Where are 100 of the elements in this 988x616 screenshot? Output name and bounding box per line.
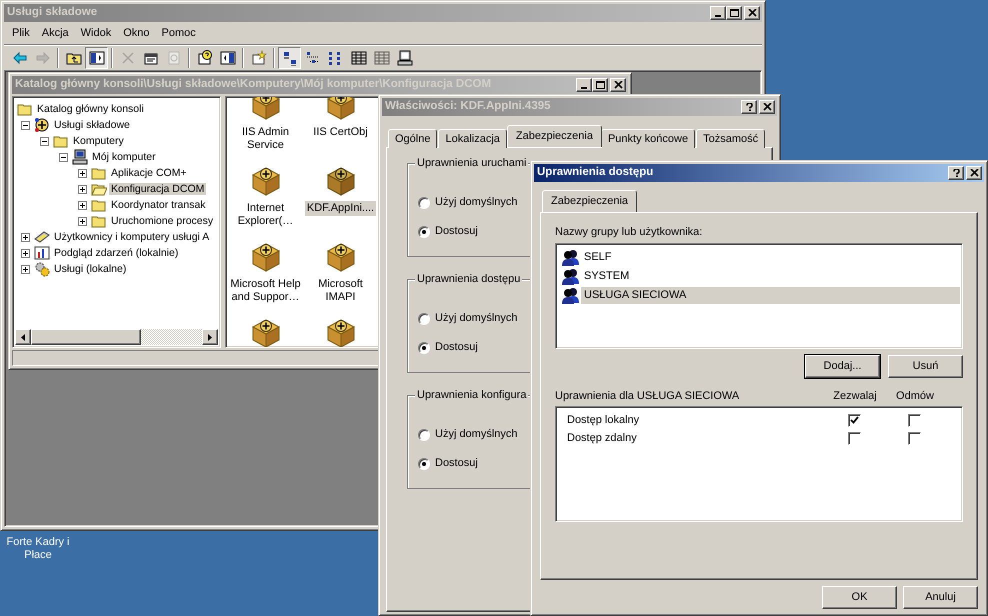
radio-label[interactable]: Użyj domyślnych [435,196,518,210]
tree-item[interactable]: Konfiguracja DCOM [109,182,206,196]
dialog-button[interactable]: OK [822,586,897,609]
radio-label[interactable]: Dostosuj [435,340,478,354]
tree-item[interactable]: Mój komputer [90,150,158,164]
icon-label[interactable]: Microsoft Help and Suppor… [228,277,303,306]
icon-label[interactable]: KDF.AppIni.... [304,201,376,216]
tree-item[interactable]: Koordynator transak [109,198,208,212]
dialog-button[interactable]: Dodaj... [805,355,880,378]
directory-icon [34,229,50,245]
group-title: Uprawnienia dostępu [415,273,522,286]
toolbar-button[interactable] [85,46,108,68]
details-icon [374,50,390,66]
tree-item[interactable]: Katalog główny konsoli [35,102,146,116]
radio-button[interactable] [418,196,430,208]
menu-item[interactable]: Widok [74,24,118,44]
forward-icon [34,50,50,66]
tab[interactable]: Zabezpieczenia [506,124,602,147]
column-header: Odmów [895,390,935,404]
user-list-item[interactable]: SYSTEM [581,268,960,286]
tab[interactable]: Punkty końcowe [600,128,696,148]
component-icon [324,165,356,197]
icon-label[interactable]: Microsoft IMAPI [303,277,378,306]
expander-icon[interactable] [21,232,30,242]
tree-item[interactable]: Uruchomione procesy [109,214,216,228]
radio-button[interactable] [418,226,430,238]
computer-icon [72,149,88,165]
user-list-item[interactable]: SELF [581,249,960,266]
event-viewer-icon [34,245,50,261]
radio-label[interactable]: Użyj domyślnych [435,428,518,442]
expander-icon[interactable] [78,216,87,226]
menu-item[interactable]: Okno [117,24,156,44]
scroll-right-button[interactable] [202,329,218,345]
radio-button[interactable] [418,428,430,440]
expander-icon[interactable] [21,120,30,130]
permission-name: Dostęp lokalny [567,414,640,427]
tree-item[interactable]: Aplikacje COM+ [109,166,189,180]
radio-button[interactable] [418,458,430,470]
minimize-button[interactable] [576,78,592,92]
help-button[interactable] [741,100,757,114]
menu-item[interactable]: Plik [6,24,36,44]
gears-icon [34,261,50,277]
radio-label[interactable]: Użyj domyślnych [435,312,518,326]
maximize-button[interactable] [592,78,608,92]
tab[interactable]: Zabezpieczenia [542,190,638,212]
menu-item[interactable]: Pomoc [156,24,202,44]
menu-item[interactable]: Akcja [36,24,75,44]
icon-label[interactable]: Internet Explorer(… [228,201,303,230]
maximize-icon [596,81,604,89]
tree-item[interactable]: Usługi (lokalne) [52,262,128,276]
tree-item[interactable]: Podgląd zdarzeń (lokalnie) [52,246,180,260]
users-icon [562,249,579,266]
window-title: Właściwości: KDF.AppIni.4395 [385,100,552,114]
close-icon [614,81,622,89]
tab[interactable]: Lokalizacja [438,128,507,148]
icon-label[interactable]: IIS CertObj [311,125,370,140]
toolbar-button[interactable] [278,46,301,68]
radio-button[interactable] [418,312,430,324]
radio-label[interactable]: Dostosuj [435,456,478,470]
close-button[interactable] [744,6,760,20]
user-list-item[interactable]: USŁUGA SIECIOWA [581,287,960,304]
dialog-button[interactable]: Usuń [888,355,963,378]
close-button[interactable] [759,100,775,114]
new-window-icon [250,50,266,66]
close-button[interactable] [610,78,626,92]
users-icon [562,287,579,304]
tree-item[interactable]: Użytkownicy i komputery usługi A [52,230,212,244]
expander-icon[interactable] [21,248,30,258]
help-icon [196,50,212,66]
maximize-button[interactable] [726,6,742,20]
minimize-button[interactable] [710,6,726,20]
tab[interactable]: Tożsamość [696,128,766,148]
radio-label[interactable]: Dostosuj [435,224,478,238]
expander-icon[interactable] [78,184,87,194]
expander-icon[interactable] [78,200,87,210]
scrollbar-thumb[interactable] [31,329,141,345]
component-icon [324,97,356,121]
expander-icon[interactable] [21,264,30,274]
help-icon [952,169,960,177]
field-label: Uprawnienia dla USŁUGA SIECIOWA [555,390,740,404]
help-button[interactable] [948,166,964,180]
scroll-left-button[interactable] [15,329,31,345]
refresh-icon [166,50,182,66]
expander-icon[interactable] [40,136,49,146]
check-icon [850,416,858,424]
radio-button[interactable] [418,342,430,354]
expander-icon[interactable] [78,168,87,178]
desktop-icon-label[interactable]: Forte Kadry i Płace [0,536,76,562]
field-label: Nazwy grupy lub użytkownika: [555,226,702,240]
left-arrow-icon [21,334,25,340]
group-title: Uprawnienia uruchami [415,157,528,170]
tab[interactable]: Ogólne [388,128,438,148]
component-icon [250,97,282,121]
dialog-button[interactable]: Anuluj [903,586,978,609]
tree-item[interactable]: Usługi składowe [52,118,132,132]
maximize-icon [730,9,738,17]
expander-icon[interactable] [59,152,68,162]
close-button[interactable] [966,166,982,180]
icon-label[interactable]: IIS Admin Service [228,125,303,154]
tree-item[interactable]: Komputery [71,134,126,148]
